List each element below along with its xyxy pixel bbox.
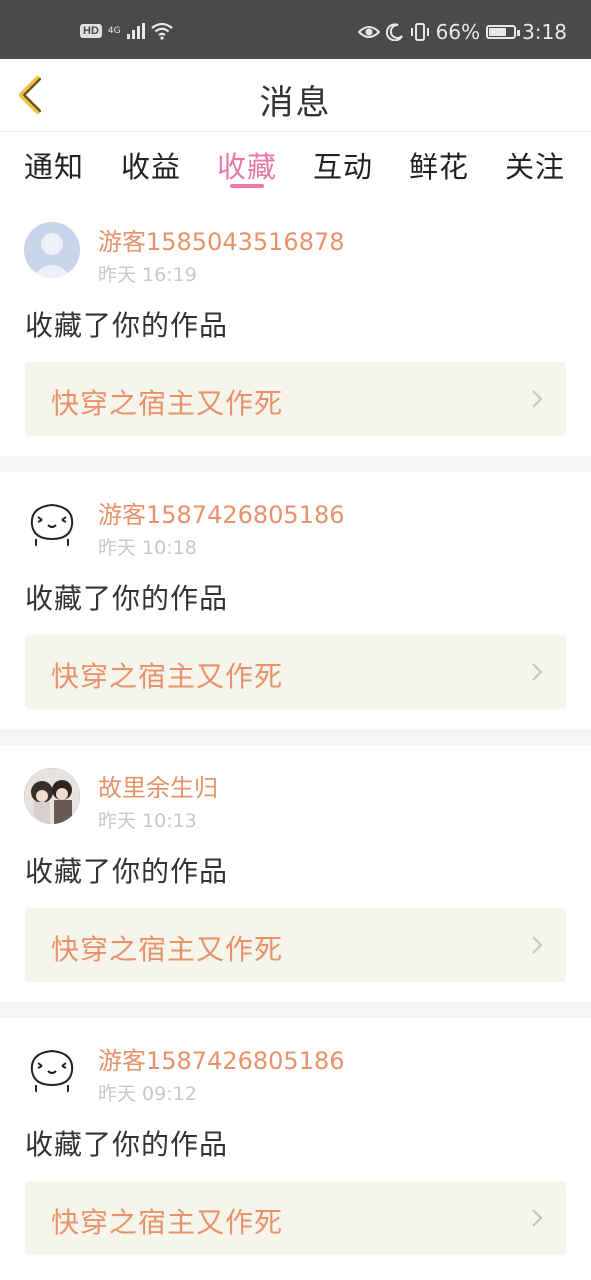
tab-flowers[interactable]: 鲜花 — [409, 144, 469, 186]
message-card: 游客1585043516878 昨天 16:19 收藏了你的作品 快穿之宿主又作… — [0, 200, 591, 456]
wifi-icon — [150, 22, 173, 40]
moon-icon — [385, 23, 403, 41]
work-title: 快穿之宿主又作死 — [51, 1206, 284, 1239]
chevron-right-icon — [532, 1209, 543, 1227]
battery-fill — [489, 28, 507, 36]
clock: 3:18 — [522, 20, 567, 44]
chevron-right-icon — [532, 936, 543, 954]
battery-icon — [486, 25, 521, 39]
action-text: 收藏了你的作品 — [25, 309, 229, 342]
work-link[interactable]: 快穿之宿主又作死 — [25, 635, 566, 709]
username[interactable]: 游客1587426805186 — [98, 495, 345, 530]
username[interactable]: 游客1585043516878 — [98, 222, 345, 257]
tab-notifications[interactable]: 通知 — [24, 144, 84, 186]
username[interactable]: 游客1587426805186 — [98, 1041, 345, 1076]
message-card: 游客1587426805186 昨天 10:18 收藏了你的作品 快穿之宿主又作… — [0, 473, 591, 729]
tab-bar: 通知 收益 收藏 互动 鲜花 关注 — [0, 132, 591, 202]
timestamp: 昨天 10:18 — [98, 537, 197, 559]
signal-icon — [126, 23, 145, 39]
active-tab-indicator — [230, 184, 264, 188]
work-title: 快穿之宿主又作死 — [51, 933, 284, 966]
action-text: 收藏了你的作品 — [25, 855, 229, 888]
work-title: 快穿之宿主又作死 — [51, 660, 284, 693]
divider — [0, 729, 591, 745]
timestamp: 昨天 10:13 — [98, 810, 197, 832]
battery-percent: 66% — [435, 20, 481, 44]
work-link[interactable]: 快穿之宿主又作死 — [25, 362, 566, 436]
work-link[interactable]: 快穿之宿主又作死 — [25, 1181, 566, 1255]
tab-earnings[interactable]: 收益 — [121, 144, 181, 186]
network-type: 4G — [107, 26, 121, 36]
cartoon-face-avatar[interactable] — [24, 495, 80, 551]
status-bar: HD 4G 66% 3:18 — [0, 0, 591, 59]
divider — [0, 1002, 591, 1018]
status-left: HD 4G — [80, 22, 173, 40]
chevron-right-icon — [532, 390, 543, 408]
timestamp: 昨天 09:12 — [98, 1083, 197, 1105]
action-text: 收藏了你的作品 — [25, 582, 229, 615]
username[interactable]: 故里余生归 — [98, 768, 218, 803]
tab-favorites[interactable]: 收藏 — [217, 144, 277, 186]
default-avatar-icon[interactable] — [24, 222, 80, 278]
hd-badge: HD — [80, 24, 102, 38]
vibrate-icon — [410, 23, 429, 41]
message-card: 故里余生归 昨天 10:13 收藏了你的作品 快穿之宿主又作死 — [0, 746, 591, 1002]
photo-avatar[interactable] — [24, 768, 80, 824]
page-title: 消息 — [259, 83, 332, 123]
divider — [0, 456, 591, 472]
tab-interactions[interactable]: 互动 — [313, 144, 373, 186]
action-text: 收藏了你的作品 — [25, 1128, 229, 1161]
work-link[interactable]: 快穿之宿主又作死 — [25, 908, 566, 982]
status-right: 66% 3:18 — [357, 20, 567, 44]
timestamp: 昨天 16:19 — [98, 264, 197, 286]
cartoon-face-avatar[interactable] — [24, 1041, 80, 1097]
chevron-right-icon — [532, 663, 543, 681]
message-card: 游客1587426805186 昨天 09:12 收藏了你的作品 快穿之宿主又作… — [0, 1019, 591, 1280]
work-title: 快穿之宿主又作死 — [51, 387, 284, 420]
eye-icon — [357, 26, 380, 38]
tab-following[interactable]: 关注 — [505, 144, 565, 186]
app-header: 消息 — [0, 59, 591, 132]
